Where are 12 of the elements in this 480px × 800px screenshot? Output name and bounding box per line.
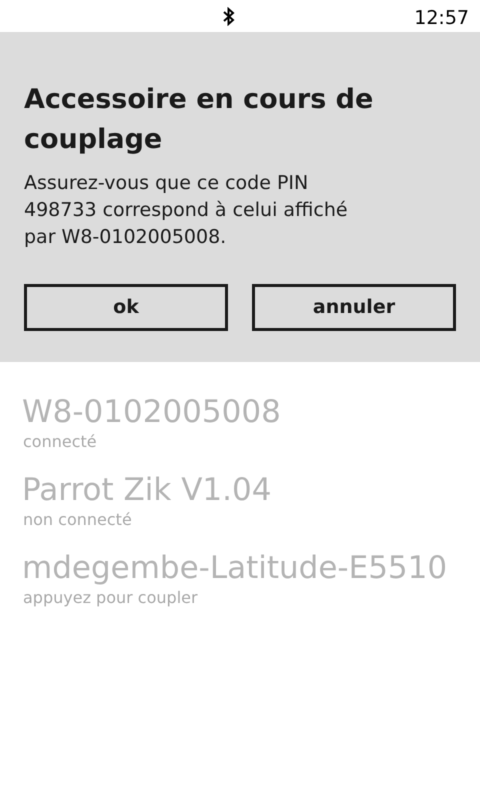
device-status: appuyez pour coupler: [22, 588, 199, 608]
device-name[interactable]: Parrot Zik V1.04: [22, 470, 458, 510]
device-status: non connecté: [22, 510, 133, 530]
clock-time: 12:57: [414, 6, 469, 31]
device-name[interactable]: W8-0102005008: [22, 392, 458, 432]
bluetooth-icon: [222, 7, 236, 26]
dialog-button[interactable]: annuler: [252, 284, 456, 331]
dialog-message: Assurez-vous que ce code PIN 498733 correspond à celui affiché par W8-0102005008.: [24, 171, 349, 250]
device-status: connecté: [22, 432, 98, 452]
dialog-button[interactable]: ok: [24, 284, 228, 331]
device-name[interactable]: mdegembe-Latitude-E5510: [22, 548, 458, 588]
dialog-title: Accessoire en cours de couplage: [24, 83, 374, 157]
